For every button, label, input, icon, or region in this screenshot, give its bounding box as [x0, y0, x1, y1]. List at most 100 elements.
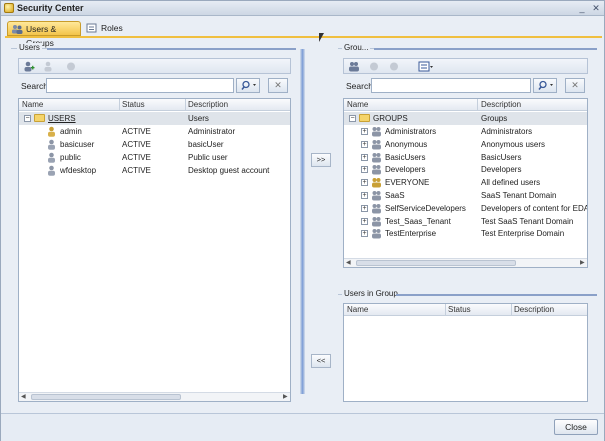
- expand-icon[interactable]: +: [361, 179, 368, 187]
- tab-underline: [5, 36, 602, 38]
- user-name: wfdesktop: [60, 166, 97, 175]
- table-row[interactable]: + SelfServiceDevelopers Developers of cont…: [344, 202, 587, 215]
- group-icon: [372, 191, 381, 201]
- tab-users-and-groups[interactable]: Users & Groups: [7, 21, 81, 48]
- edit-group-icon[interactable]: [368, 61, 380, 72]
- search-icon: [538, 80, 553, 90]
- group-name: EVERYONE: [385, 178, 430, 188]
- users-horizontal-scrollbar[interactable]: ◀ ▶: [19, 392, 290, 401]
- scroll-left-icon[interactable]: ◀: [21, 393, 26, 400]
- group-name: SaaS: [385, 191, 405, 200]
- remove-from-group-button[interactable]: <<: [311, 354, 331, 368]
- roles-icon: [86, 23, 97, 33]
- user-status: ACTIVE: [122, 166, 151, 175]
- group-name: SelfServiceDevelopers: [385, 203, 466, 213]
- close-window-button[interactable]: ✕: [591, 3, 601, 13]
- users-col-status[interactable]: Status: [122, 100, 145, 109]
- groups-legend-line: [374, 48, 597, 50]
- uig-col-status[interactable]: Status: [448, 305, 471, 314]
- table-row[interactable]: + Administrators Administrators: [344, 125, 587, 138]
- collapse-icon[interactable]: −: [349, 115, 356, 122]
- expand-icon[interactable]: +: [361, 140, 368, 148]
- tab-roles[interactable]: Roles: [83, 21, 123, 36]
- groups-col-name[interactable]: Name: [347, 100, 368, 109]
- expand-icon[interactable]: +: [361, 192, 368, 199]
- groups-col-description[interactable]: Description: [481, 100, 521, 109]
- title-bar[interactable]: Security Center _ ✕: [1, 1, 604, 16]
- add-group-icon[interactable]: [348, 61, 360, 72]
- user-status: ACTIVE: [122, 140, 151, 149]
- table-row[interactable]: + Test_Saas_Tenant Test SaaS Tenant Domain: [344, 215, 587, 228]
- expand-icon[interactable]: +: [361, 128, 368, 135]
- users-root-row[interactable]: − USERS Users: [19, 112, 290, 125]
- window-title: Security Center: [17, 3, 84, 13]
- columns-menu-icon[interactable]: [418, 61, 434, 72]
- uig-col-description[interactable]: Description: [514, 305, 554, 314]
- users-toolbar: [18, 58, 291, 74]
- expand-icon[interactable]: +: [361, 204, 368, 212]
- users-col-description[interactable]: Description: [188, 100, 228, 109]
- expand-icon[interactable]: +: [361, 217, 368, 225]
- scroll-right-icon[interactable]: ▶: [580, 259, 585, 266]
- scroll-thumb[interactable]: [31, 394, 181, 400]
- scroll-right-icon[interactable]: ▶: [283, 393, 288, 400]
- expand-icon[interactable]: +: [361, 230, 368, 238]
- user-name: public: [60, 153, 81, 162]
- table-row[interactable]: + Anonymous Anonymous users: [344, 138, 587, 151]
- scroll-left-icon[interactable]: ◀: [346, 259, 351, 266]
- user-icon: [48, 152, 55, 163]
- table-row[interactable]: wfdesktop ACTIVE Desktop guest account: [19, 164, 290, 177]
- table-row[interactable]: public ACTIVE Public user: [19, 151, 290, 164]
- users-root-description: Users: [188, 114, 209, 123]
- add-to-group-button[interactable]: >>: [311, 153, 331, 167]
- group-name: BasicUsers: [385, 152, 426, 162]
- table-row[interactable]: + Developers Developers: [344, 163, 587, 176]
- group-icon: [372, 152, 381, 163]
- users-search-input[interactable]: [46, 78, 234, 93]
- mouse-cursor-icon: [319, 33, 324, 42]
- group-description: All defined users: [481, 178, 541, 188]
- table-row[interactable]: + BasicUsers BasicUsers: [344, 151, 587, 164]
- collapse-icon[interactable]: −: [24, 115, 31, 122]
- users-col-name[interactable]: Name: [22, 100, 43, 109]
- group-name: Test_Saas_Tenant: [385, 216, 451, 226]
- group-description: Developers: [481, 165, 522, 175]
- table-row[interactable]: + TestEnterprise Test Enterprise Domain: [344, 227, 587, 240]
- table-row[interactable]: admin ACTIVE Administrator: [19, 125, 290, 138]
- groups-root-row[interactable]: − GROUPS Groups: [344, 112, 587, 125]
- group-description: Test Enterprise Domain: [481, 229, 565, 239]
- security-center-icon: [4, 3, 14, 13]
- group-description: Anonymous users: [481, 139, 546, 149]
- group-description: BasicUsers: [481, 152, 522, 162]
- groups-grid: Name Description − GROUPS Groups + Admini…: [343, 98, 588, 268]
- groups-search-input[interactable]: [371, 78, 531, 93]
- groups-clear-search-button[interactable]: ✕: [565, 78, 585, 93]
- groups-root-name: GROUPS: [373, 114, 408, 123]
- groups-horizontal-scrollbar[interactable]: ◀ ▶: [344, 258, 587, 267]
- close-button[interactable]: Close: [554, 419, 598, 435]
- expand-icon[interactable]: +: [361, 153, 368, 161]
- table-row[interactable]: + EVERYONE All defined users: [344, 176, 587, 189]
- uig-col-name[interactable]: Name: [347, 305, 368, 314]
- group-description: Developers of content for EDA an: [481, 203, 588, 213]
- users-root-name: USERS: [48, 114, 76, 123]
- user-description: Administrator: [188, 127, 236, 136]
- users-in-group-grid: Name Status Description: [343, 303, 588, 402]
- groups-search-button[interactable]: [533, 78, 557, 93]
- minimize-button[interactable]: _: [577, 3, 587, 13]
- groups-root-description: Groups: [481, 114, 508, 123]
- delete-group-icon[interactable]: [388, 61, 400, 72]
- everyone-group-icon: [372, 178, 381, 188]
- edit-user-icon[interactable]: [43, 61, 55, 72]
- folder-icon: [359, 114, 370, 122]
- users-clear-search-button[interactable]: ✕: [268, 78, 288, 93]
- users-search-button[interactable]: [236, 78, 260, 93]
- expand-icon[interactable]: +: [361, 166, 368, 174]
- users-grid: Name Status Description − USERS Users ad…: [18, 98, 291, 402]
- user-name: admin: [60, 127, 82, 136]
- scroll-thumb[interactable]: [356, 260, 516, 266]
- delete-user-icon[interactable]: [65, 61, 77, 72]
- table-row[interactable]: + SaaS SaaS Tenant Domain: [344, 189, 587, 202]
- add-user-icon[interactable]: [23, 61, 35, 72]
- table-row[interactable]: basicuser ACTIVE basicUser: [19, 138, 290, 151]
